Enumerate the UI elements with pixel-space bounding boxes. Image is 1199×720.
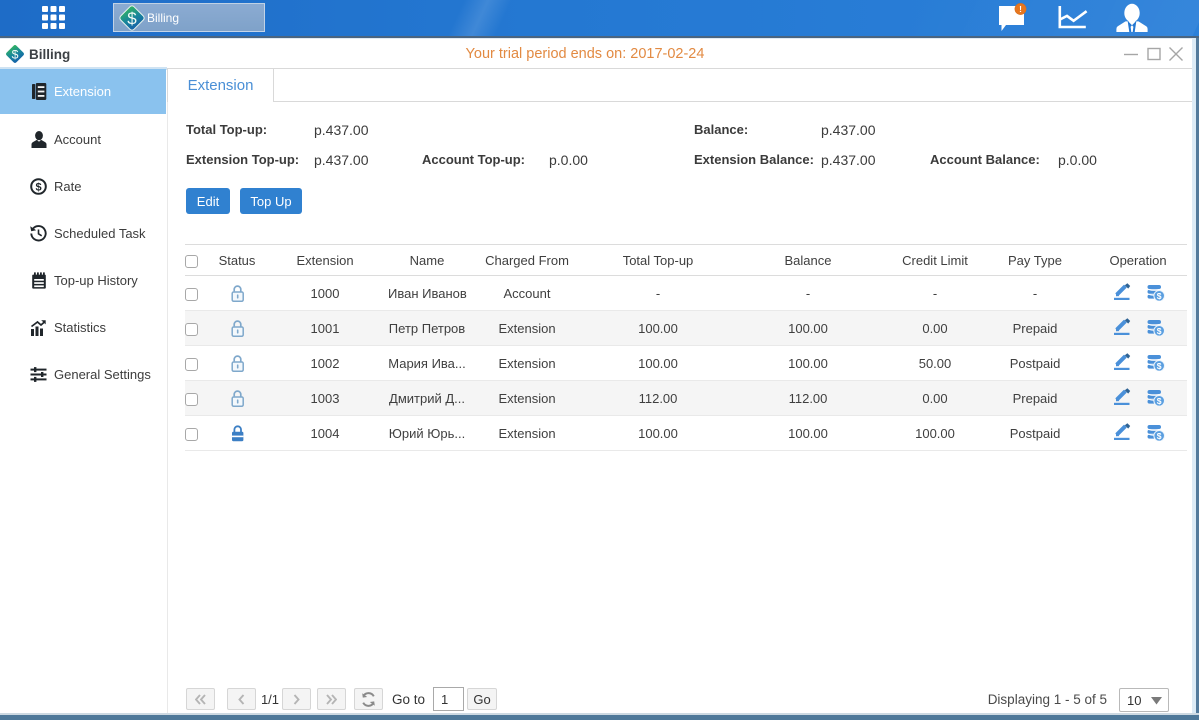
svg-text:$: $: [35, 182, 41, 194]
svg-text:!: !: [1019, 4, 1022, 14]
svg-text:$: $: [127, 9, 137, 28]
